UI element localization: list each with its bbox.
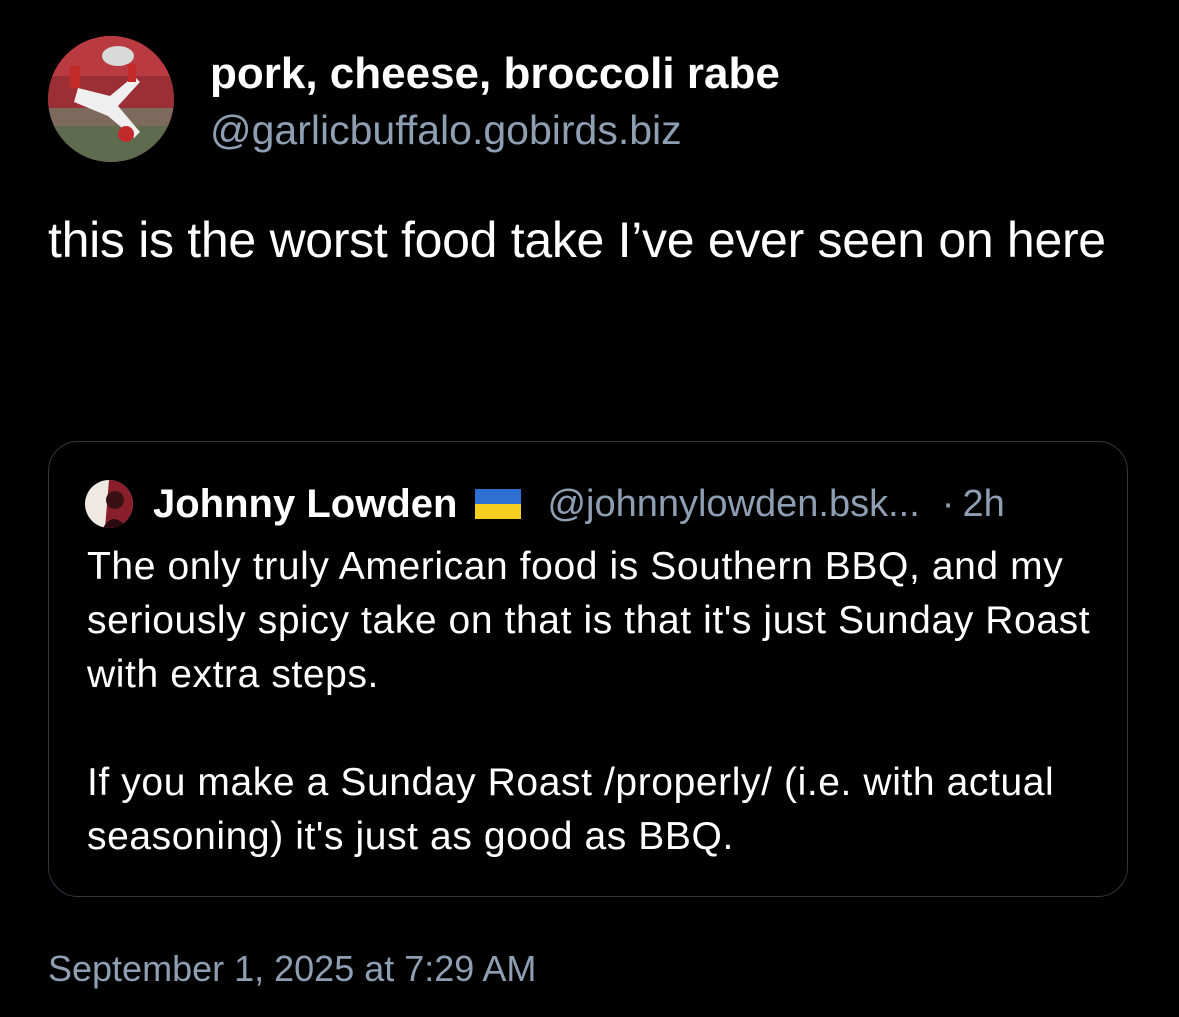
quote-author-name[interactable]: Johnny Lowden [153,478,457,530]
separator-dot: · [941,483,955,525]
post-timestamp: September 1, 2025 at 7:29 AM [48,948,537,989]
quote-author-handle[interactable]: @johnnylowden.bsk... [547,478,919,530]
quote-time-ago: 2h [962,483,1005,525]
ukraine-flag-icon [475,489,522,519]
author-handle[interactable]: @garlicbuffalo.gobirds.biz [210,106,682,154]
author-display-name[interactable]: pork, cheese, broccoli rabe [210,48,780,100]
quote-paragraph: If you make a Sunday Roast /properly/ (i… [87,761,1055,858]
quote-paragraph: The only truly American food is Southern… [87,545,1091,696]
quote-text: The only truly American food is Southern… [87,540,1107,864]
author-avatar[interactable] [48,36,174,162]
quote-header: Johnny Lowden @johnnylowden.bsk... · 2h [153,478,1005,530]
post-text: this is the worst food take I’ve ever se… [48,212,1106,268]
quoted-post-card[interactable]: Johnny Lowden @johnnylowden.bsk... · 2h … [48,441,1128,897]
post[interactable]: pork, cheese, broccoli rabe @garlicbuffa… [0,0,1179,1017]
quote-author-avatar[interactable] [85,480,133,528]
